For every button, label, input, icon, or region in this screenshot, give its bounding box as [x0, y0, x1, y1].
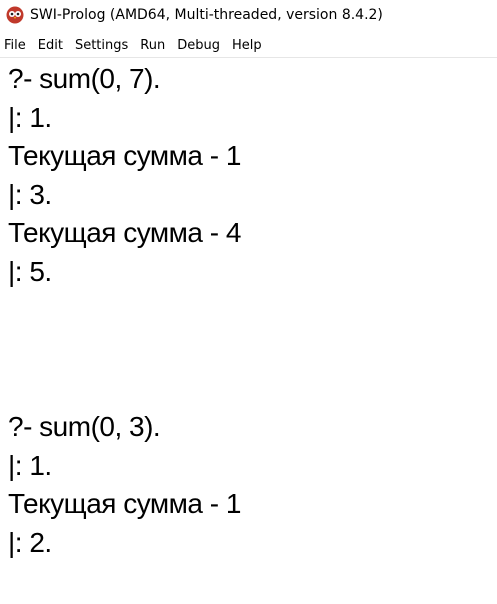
console-input-line: |: 3.: [8, 179, 52, 210]
menu-settings[interactable]: Settings: [69, 38, 134, 53]
console-output-line: Текущая сумма - 4: [8, 217, 241, 248]
console-input-line: |: 1.: [8, 102, 52, 133]
console-query-line: ?- sum(0, 7).: [8, 63, 161, 94]
console-output-line: Текущая сумма - 1: [8, 140, 241, 171]
menu-file[interactable]: File: [0, 38, 32, 53]
console-input-line: |: 1.: [8, 450, 52, 481]
menu-debug[interactable]: Debug: [171, 38, 226, 53]
console-input-line: |: 2.: [8, 527, 52, 558]
console-input-line: |: 5.: [8, 256, 52, 287]
swi-prolog-owl-icon: [6, 6, 24, 24]
menu-edit[interactable]: Edit: [32, 38, 69, 53]
menu-help[interactable]: Help: [226, 38, 268, 53]
menu-bar: File Edit Settings Run Debug Help: [0, 33, 497, 58]
console-query-line: ?- sum(0, 3).: [8, 411, 161, 442]
menu-run[interactable]: Run: [134, 38, 171, 53]
window-title: SWI-Prolog (AMD64, Multi-threaded, versi…: [30, 7, 383, 23]
console-output-line: Текущая сумма - 1: [8, 488, 241, 519]
console-output[interactable]: ?- sum(0, 7). |: 1. Текущая сумма - 1 |:…: [0, 58, 497, 604]
title-bar[interactable]: SWI-Prolog (AMD64, Multi-threaded, versi…: [0, 0, 497, 30]
